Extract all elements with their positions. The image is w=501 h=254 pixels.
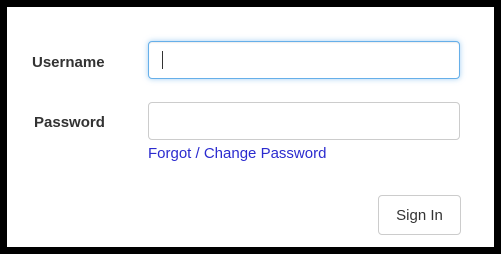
password-input[interactable] — [148, 102, 460, 140]
text-caret — [162, 51, 163, 69]
username-label: Username — [32, 54, 105, 71]
password-label: Password — [34, 114, 105, 131]
forgot-password-link[interactable]: Forgot / Change Password — [148, 145, 326, 162]
login-form: Username Password Forgot / Change Passwo… — [7, 7, 494, 247]
sign-in-button[interactable]: Sign In — [378, 195, 461, 235]
username-input[interactable] — [148, 41, 460, 79]
